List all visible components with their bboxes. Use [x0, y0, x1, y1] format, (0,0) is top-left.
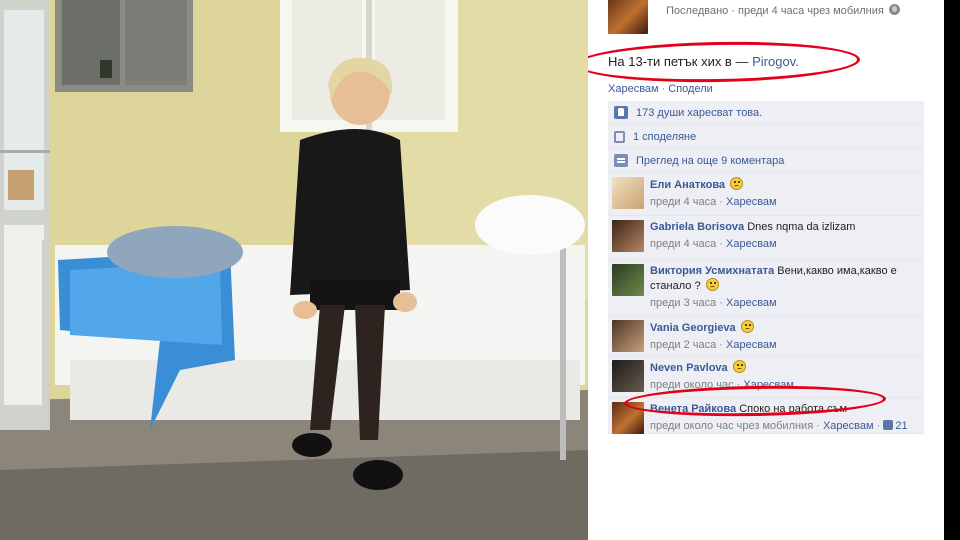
- comment-avatar[interactable]: [612, 360, 644, 392]
- post-meta-text: Последвано · преди 4 часа чрез мобилния: [666, 5, 884, 17]
- comment-item: Neven Pavlova преди около час · Харесвам: [608, 356, 924, 398]
- post-meta: Последвано · преди 4 часа чрез мобилния: [666, 4, 900, 17]
- likes-row[interactable]: 173 души харесват това.: [608, 101, 924, 125]
- comment-author[interactable]: Венета Райкова: [650, 403, 736, 415]
- comment-like-link[interactable]: Харесвам: [726, 297, 777, 309]
- photo-sidebar: Последвано · преди 4 часа чрез мобилния …: [588, 0, 944, 540]
- caption-place-link[interactable]: Pirogov.: [752, 54, 799, 69]
- comment-like-link[interactable]: Харесвам: [743, 379, 794, 391]
- comment-avatar[interactable]: [612, 264, 644, 296]
- globe-icon: [888, 4, 900, 15]
- caption-text: На 13-ти петък хих в —: [608, 54, 749, 69]
- share-icon: [614, 130, 625, 143]
- comment-like-link[interactable]: Харесвам: [726, 196, 777, 208]
- comment-time: преди около час: [650, 379, 734, 391]
- comment-text: Спoко на работа съм: [739, 403, 848, 415]
- post-photo[interactable]: [0, 0, 588, 540]
- post-caption: На 13-ти петък хих в — Pirogov.: [608, 54, 799, 69]
- like-thumb-icon: [883, 420, 894, 430]
- comment-meta: преди 4 часа · Харесвам: [650, 238, 777, 250]
- comment-time: преди около час чрез мобилния: [650, 420, 814, 432]
- separator-dot: ·: [661, 83, 666, 95]
- smiley-icon: [705, 278, 719, 291]
- comment-item: Венета Райкова Спoко на работа съм преди…: [608, 398, 924, 434]
- comment-time: преди 2 часа: [650, 339, 717, 351]
- shares-row[interactable]: 1 споделяне: [608, 125, 924, 149]
- likes-count: 173 души харесват това.: [636, 106, 763, 119]
- comment-meta: преди около час · Харесвам: [650, 379, 794, 391]
- comment-author[interactable]: Ели Анаткова: [650, 179, 725, 191]
- poster-avatar[interactable]: [608, 0, 648, 34]
- comment-meta: преди 4 часа · Харесвам: [650, 196, 777, 208]
- comment-item: Vania Georgieva преди 2 часа · Харесвам: [608, 316, 924, 356]
- photo-image: [0, 0, 588, 540]
- comment-meta: преди 2 часа · Харесвам: [650, 339, 777, 351]
- comment-text: Dnes nqma da izlizam: [747, 221, 856, 233]
- comment-likes-count[interactable]: 21: [883, 420, 908, 432]
- comment-time: преди 4 часа: [650, 238, 717, 250]
- like-link[interactable]: Харесвам: [608, 83, 659, 95]
- comment-author[interactable]: Виктория Усмихнатата: [650, 265, 774, 277]
- comment-meta: преди около час чрез мобилния · Харесвам…: [650, 420, 908, 432]
- comment-like-link[interactable]: Харесвам: [823, 420, 874, 432]
- comment-icon: [614, 154, 628, 167]
- shares-count: 1 споделяне: [633, 130, 697, 143]
- comment-avatar[interactable]: [612, 320, 644, 352]
- share-link[interactable]: Сподели: [668, 83, 713, 95]
- like-thumb-icon: [614, 106, 628, 119]
- comment-author[interactable]: Vania Georgieva: [650, 322, 736, 334]
- comment-author[interactable]: Neven Pavlova: [650, 362, 728, 374]
- comment-avatar[interactable]: [612, 220, 644, 252]
- comment-item: Виктория Усмихнатата Вени,какво има,какв…: [608, 260, 924, 316]
- comment-like-link[interactable]: Харесвам: [726, 238, 777, 250]
- comment-time: преди 3 часа: [650, 297, 717, 309]
- comment-avatar[interactable]: [612, 177, 644, 209]
- comment-like-link[interactable]: Харесвам: [726, 339, 777, 351]
- smiley-icon: [732, 360, 746, 373]
- comment-meta: преди 3 часа · Харесвам: [650, 297, 777, 309]
- viewer-border: [944, 0, 960, 540]
- smiley-icon: [740, 320, 754, 333]
- smiley-icon: [730, 177, 744, 190]
- comment-item: Ели Анаткова преди 4 часа · Харесвам: [608, 173, 924, 216]
- post-actions: Харесвам · Сподели: [608, 83, 713, 95]
- comment-avatar[interactable]: [612, 402, 644, 434]
- feedback-box: 173 души харесват това. 1 споделяне Прег…: [608, 101, 924, 434]
- more-comments-link: Преглед на още 9 коментара: [636, 154, 785, 167]
- comment-item: Gabriela Borisova Dnes nqma da izlizam п…: [608, 216, 924, 260]
- more-comments-row[interactable]: Преглед на още 9 коментара: [608, 149, 924, 173]
- comment-time: преди 4 часа: [650, 196, 717, 208]
- comment-author[interactable]: Gabriela Borisova: [650, 221, 744, 233]
